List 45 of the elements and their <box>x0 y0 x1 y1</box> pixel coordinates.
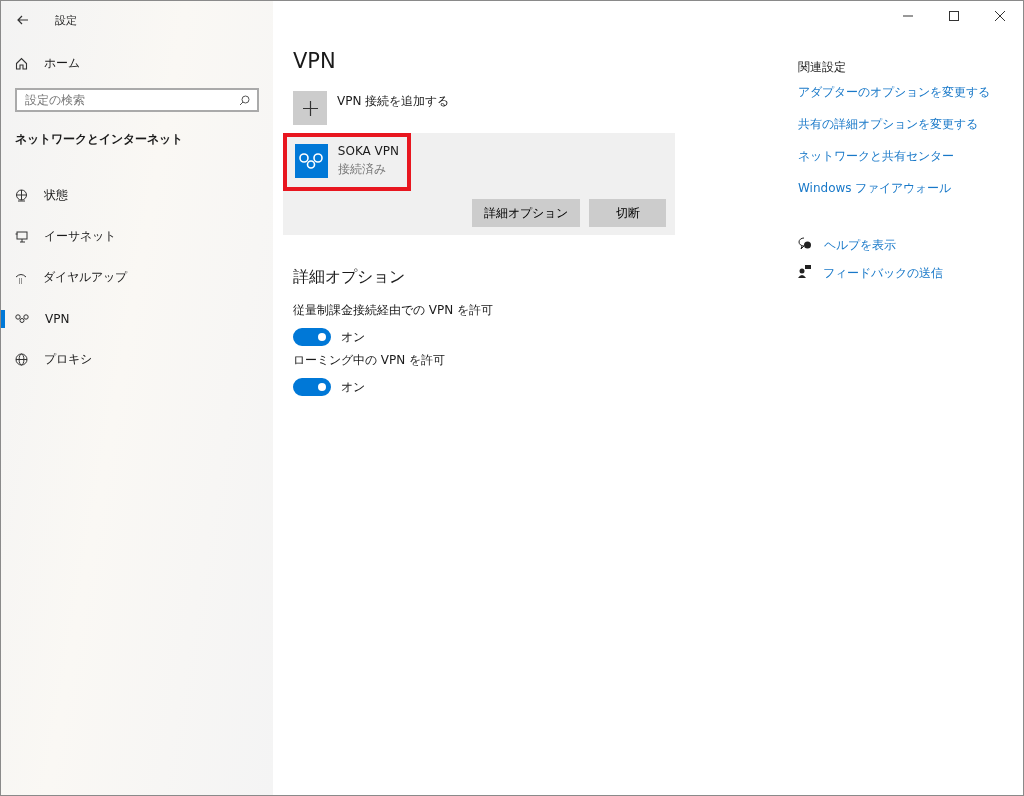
connection-button[interactable]: 切断 <box>589 199 666 227</box>
plus-icon <box>302 100 318 116</box>
related-link[interactable]: Windows ファイアウォール <box>798 180 990 197</box>
related-link[interactable]: アダプターのオプションを変更する <box>798 84 990 101</box>
toggle-switch[interactable] <box>293 378 331 396</box>
connection-name: SOKA VPN <box>337 144 399 158</box>
help-icon <box>798 237 812 250</box>
option-label: ローミング中の VPN を許可 <box>293 352 447 369</box>
toggle-state: オン <box>341 328 365 346</box>
window-title: 設定 <box>55 12 77 28</box>
add-button[interactable] <box>293 91 327 125</box>
maximize-icon <box>949 11 959 21</box>
sidebar-item[interactable]: プロキシ <box>1 339 273 380</box>
home-icon <box>15 57 28 70</box>
related-title: 関連設定 <box>798 59 847 76</box>
monitor-icon <box>15 230 28 243</box>
feedback-icon <box>798 265 811 278</box>
related-link[interactable]: ネットワークと共有センター <box>798 148 990 165</box>
search-field[interactable]: 設定の検索 <box>15 88 259 112</box>
page-title: VPN <box>293 49 337 73</box>
connection-button[interactable]: 詳細オプション <box>472 199 580 227</box>
sidebar-item[interactable]: ダイヤルアップ <box>1 257 273 298</box>
sidebar-item[interactable]: イーサネット <box>1 216 273 257</box>
close-icon <box>995 11 1005 21</box>
toggle-state: オン <box>341 378 365 396</box>
add-vpn-label: VPN 接続を追加する <box>337 93 450 110</box>
back-arrow-icon[interactable] <box>17 15 29 25</box>
option-label: 従量制課金接続経由での VPN を許可 <box>293 302 495 319</box>
home-link[interactable]: ホーム <box>1 43 273 84</box>
related-link[interactable]: 共有の詳細オプションを変更する <box>798 116 990 133</box>
vpn-connection-card[interactable]: SOKA VPN 接続済み 詳細オプション 切断 <box>283 133 675 235</box>
globe-monitor-icon <box>15 189 28 202</box>
connection-status: 接続済み <box>337 161 387 178</box>
section-heading: ネットワークとインターネット <box>14 131 184 147</box>
sidebar-item[interactable]: VPN <box>1 298 273 339</box>
help-link[interactable]: フィードバックの送信 <box>823 265 943 282</box>
globe-icon <box>15 353 28 366</box>
sidebar-item[interactable]: 状態 <box>1 175 273 216</box>
phone-icon <box>15 271 27 284</box>
section-title: 詳細オプション <box>293 267 406 288</box>
vpn-icon <box>15 314 29 323</box>
help-link[interactable]: ヘルプを表示 <box>824 237 896 254</box>
vpn-tile-icon <box>295 144 328 178</box>
search-icon <box>239 95 250 106</box>
toggle-switch[interactable] <box>293 328 331 346</box>
